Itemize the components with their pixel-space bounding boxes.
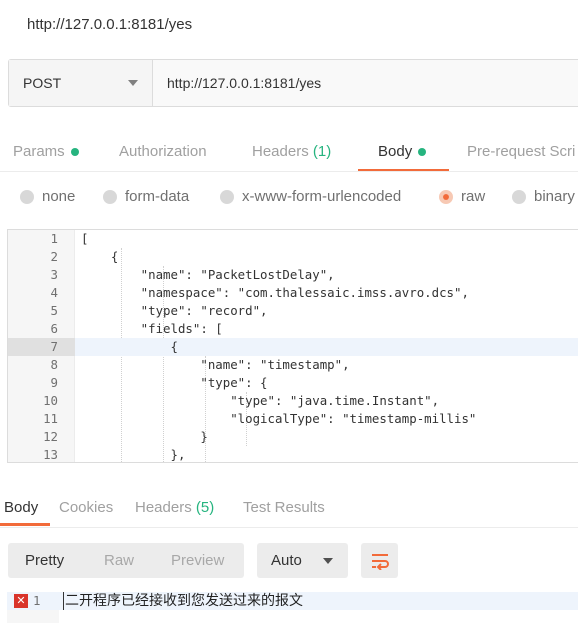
code-text: "type": "record", bbox=[81, 303, 268, 318]
response-line: ✕ 1 二开程序已经接收到您发送过来的报文 bbox=[7, 592, 578, 610]
code-text: }, bbox=[81, 447, 186, 462]
pretty-button[interactable]: Pretty bbox=[25, 552, 64, 569]
response-text: 二开程序已经接收到您发送过来的报文 bbox=[63, 592, 303, 610]
code-line: 5 "type": "record", bbox=[8, 302, 578, 320]
tab-body-label: Body bbox=[378, 143, 413, 160]
radio-circle-icon bbox=[103, 189, 117, 204]
radio-circle-icon bbox=[220, 189, 234, 204]
tab-params-label: Params bbox=[13, 143, 65, 160]
line-number: 9 bbox=[50, 375, 58, 390]
status-dot-icon bbox=[70, 148, 79, 157]
radio-raw[interactable]: raw bbox=[439, 188, 485, 205]
response-tab-test-results[interactable]: Test Results bbox=[243, 499, 325, 516]
url-input[interactable]: http://127.0.0.1:8181/yes bbox=[153, 60, 578, 106]
response-tab-cookies[interactable]: Cookies bbox=[59, 499, 113, 516]
method-label: POST bbox=[23, 75, 62, 91]
status-dot-icon bbox=[418, 148, 427, 157]
line-number: 1 bbox=[50, 231, 58, 246]
tab-headers[interactable]: Headers (1) bbox=[252, 143, 331, 160]
request-bar: POST http://127.0.0.1:8181/yes bbox=[8, 59, 578, 107]
code-text: "name": "PacketLostDelay", bbox=[81, 267, 335, 282]
line-number: 1 bbox=[33, 593, 41, 608]
chevron-down-icon bbox=[128, 80, 138, 86]
line-number: 5 bbox=[50, 303, 58, 318]
code-line: 11 "logicalType": "timestamp-millis" bbox=[8, 410, 578, 428]
line-number: 11 bbox=[43, 411, 58, 426]
line-number: 13 bbox=[43, 447, 58, 462]
code-text: { bbox=[81, 339, 178, 354]
code-line: 1[ bbox=[8, 230, 578, 248]
code-text: [ bbox=[81, 231, 89, 246]
wrap-lines-icon bbox=[371, 553, 389, 570]
line-number: 6 bbox=[50, 321, 58, 336]
line-number: 10 bbox=[43, 393, 58, 408]
radio-none-label: none bbox=[42, 188, 76, 205]
language-select[interactable]: Auto bbox=[257, 543, 348, 578]
body-type-group: none form-data x-www-form-urlencoded raw… bbox=[0, 186, 578, 210]
preview-button[interactable]: Preview bbox=[171, 552, 224, 569]
code-text: "type": "java.time.Instant", bbox=[81, 393, 440, 408]
radio-none[interactable]: none bbox=[20, 188, 75, 205]
line-number: 12 bbox=[43, 429, 58, 444]
tab-authorization[interactable]: Authorization bbox=[119, 143, 207, 160]
line-number: 3 bbox=[50, 267, 58, 282]
response-tab-headers-label: Headers bbox=[135, 499, 192, 516]
code-text: } bbox=[81, 429, 208, 444]
code-line: 8 "name": "timestamp", bbox=[8, 356, 578, 374]
raw-button[interactable]: Raw bbox=[104, 552, 134, 569]
radio-form-data-label: form-data bbox=[125, 188, 190, 205]
tab-prerequest-script[interactable]: Pre-request Scri bbox=[467, 143, 575, 160]
line-number: 4 bbox=[50, 285, 58, 300]
response-tabs: Body Cookies Headers (5) Test Results bbox=[0, 493, 578, 527]
code-text: { bbox=[81, 249, 119, 264]
method-select[interactable]: POST bbox=[9, 60, 153, 106]
divider bbox=[0, 171, 578, 172]
line-number: 7 bbox=[8, 338, 75, 356]
radio-binary-label: binary bbox=[534, 188, 575, 205]
response-tab-body[interactable]: Body bbox=[4, 499, 38, 516]
tab-params[interactable]: Params bbox=[13, 143, 79, 160]
tab-body[interactable]: Body bbox=[378, 143, 427, 160]
response-tab-headers-count: (5) bbox=[195, 499, 215, 516]
wrap-lines-button[interactable] bbox=[361, 543, 398, 578]
active-tab-indicator bbox=[0, 523, 50, 526]
chevron-down-icon bbox=[323, 557, 333, 564]
radio-binary[interactable]: binary bbox=[512, 188, 575, 205]
error-icon: ✕ bbox=[14, 594, 28, 608]
radio-form-data[interactable]: form-data bbox=[103, 188, 189, 205]
code-line: 12 } bbox=[8, 428, 578, 446]
radio-raw-label: raw bbox=[461, 188, 486, 205]
code-text: "type": { bbox=[81, 375, 268, 390]
code-line: 7 { bbox=[8, 338, 578, 356]
request-body-editor[interactable]: 1[2 {3 "name": "PacketLostDelay", 4 "name… bbox=[7, 229, 578, 463]
code-line: 9 "type": { bbox=[8, 374, 578, 392]
code-line: 2 { bbox=[8, 248, 578, 266]
tab-headers-label: Headers bbox=[252, 143, 309, 160]
request-tabs: Params Authorization Headers (1) Body Pr… bbox=[0, 140, 578, 172]
radio-circle-icon bbox=[512, 189, 526, 204]
code-line: 6 "fields": [ bbox=[8, 320, 578, 338]
code-line: 10 "type": "java.time.Instant", bbox=[8, 392, 578, 410]
code-line: 13 }, bbox=[8, 446, 578, 462]
radio-urlencoded-label: x-www-form-urlencoded bbox=[242, 188, 402, 205]
response-format-group: Pretty Raw Preview bbox=[8, 543, 244, 578]
tab-headers-count: (1) bbox=[312, 143, 332, 160]
code-text: "name": "timestamp", bbox=[81, 357, 350, 372]
line-number: 8 bbox=[50, 357, 58, 372]
code-text: "namespace": "com.thalessaic.imss.avro.d… bbox=[81, 285, 469, 300]
response-tab-headers[interactable]: Headers (5) bbox=[135, 499, 214, 516]
request-title: http://127.0.0.1:8181/yes bbox=[27, 16, 193, 33]
code-text: "logicalType": "timestamp-millis" bbox=[81, 411, 477, 426]
language-select-label: Auto bbox=[271, 552, 302, 569]
radio-selected-icon bbox=[439, 189, 453, 204]
line-number: 2 bbox=[50, 249, 58, 264]
radio-circle-icon bbox=[20, 189, 34, 204]
radio-urlencoded[interactable]: x-www-form-urlencoded bbox=[220, 188, 401, 205]
code-line: 3 "name": "PacketLostDelay", bbox=[8, 266, 578, 284]
response-body[interactable]: ✕ 1 二开程序已经接收到您发送过来的报文 bbox=[7, 592, 578, 623]
code-text: "fields": [ bbox=[81, 321, 223, 336]
divider bbox=[0, 527, 578, 528]
code-line: 4 "namespace": "com.thalessaic.imss.avro… bbox=[8, 284, 578, 302]
